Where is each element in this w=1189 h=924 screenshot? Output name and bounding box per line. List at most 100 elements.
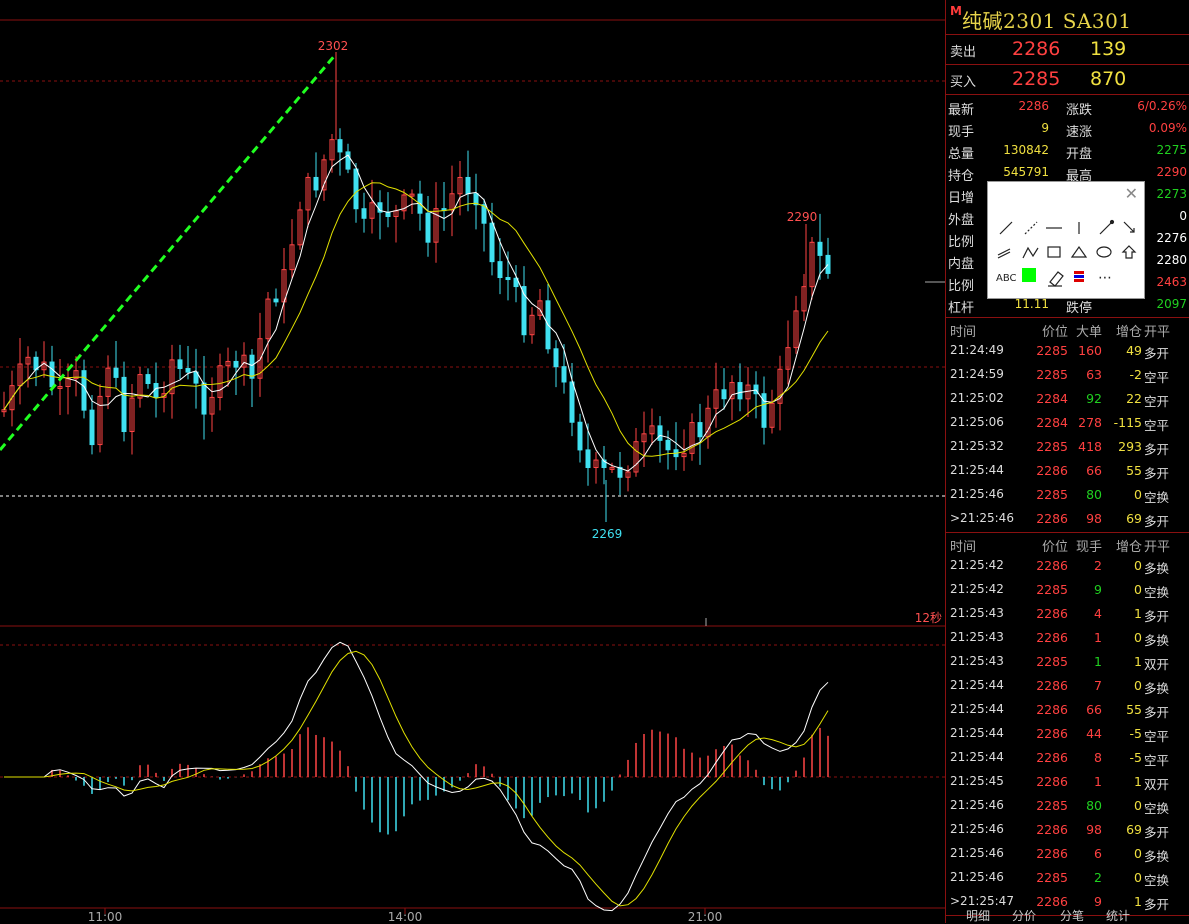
oi-change-cell: 49 xyxy=(1126,343,1142,358)
type-cell: 多开 xyxy=(1144,705,1170,720)
tab-2[interactable]: 分笔 xyxy=(1060,907,1084,924)
oi-change-cell: 69 xyxy=(1126,822,1142,837)
drawing-toolbox[interactable]: ✕ ABC ⋯ xyxy=(987,181,1145,299)
stat-label: 外盘 xyxy=(948,213,975,228)
table-row[interactable]: 21:24:59 2285 63 -2 空平 xyxy=(946,364,1189,388)
table-row[interactable]: 21:25:46 2285 2 0 空换 xyxy=(946,867,1189,891)
volume-cell: 66 xyxy=(1086,702,1102,717)
candle-body xyxy=(201,382,207,415)
volume-cell: 6 xyxy=(1094,846,1102,861)
stat-value: 2286 xyxy=(1018,99,1049,113)
time-cell: 21:25:43 xyxy=(950,654,1004,668)
low-label: 2269 xyxy=(592,527,623,541)
table-row[interactable]: 21:25:42 2286 2 0 多换 xyxy=(946,555,1189,579)
volume-cell: 92 xyxy=(1086,391,1102,406)
oi-change-cell: -5 xyxy=(1129,750,1142,765)
table-row[interactable]: 21:25:44 2286 44 -5 空平 xyxy=(946,723,1189,747)
oi-change-cell: 0 xyxy=(1134,798,1142,813)
type-cell: 双开 xyxy=(1144,657,1170,672)
oi-change-cell: 0 xyxy=(1134,870,1142,885)
table-row[interactable]: >21:25:46 2286 98 69 多开 xyxy=(946,508,1189,532)
type-cell: 空平 xyxy=(1144,418,1170,433)
tab-1[interactable]: 分价 xyxy=(1012,907,1036,924)
candle-body xyxy=(81,370,87,411)
volume-cell: 2 xyxy=(1094,870,1102,885)
table-row[interactable]: 21:25:45 2286 1 1 双开 xyxy=(946,771,1189,795)
table-row[interactable]: 21:25:32 2285 418 293 多开 xyxy=(946,436,1189,460)
time-cell: 21:25:44 xyxy=(950,463,1004,477)
candle-series xyxy=(1,52,831,522)
type-cell: 多开 xyxy=(1144,609,1170,624)
time-cell: 21:25:42 xyxy=(950,582,1004,596)
candle-body xyxy=(177,359,183,370)
price-cell: 2286 xyxy=(1036,678,1068,693)
table-row[interactable]: 21:25:43 2286 1 0 多换 xyxy=(946,627,1189,651)
stat-label: 比例 xyxy=(948,235,975,250)
type-cell: 空换 xyxy=(1144,873,1170,888)
buy-price: 2285 xyxy=(1012,68,1061,90)
candlestick-chart[interactable]: 2302 2269 2290 12秒 11:00 14:00 21:00 xyxy=(0,0,945,923)
table-row[interactable]: 21:25:43 2286 4 1 多开 xyxy=(946,603,1189,627)
time-cell: 21:25:44 xyxy=(950,702,1004,716)
macd-histogram xyxy=(4,641,829,912)
price-cell: 2286 xyxy=(1036,774,1068,789)
volume-cell: 98 xyxy=(1086,511,1102,526)
tab-0[interactable]: 明细 xyxy=(966,907,990,924)
tab-3[interactable]: 统计 xyxy=(1106,907,1130,924)
panel-tabs: 明细 分价 分笔 统计 xyxy=(946,905,1189,923)
ticks-table[interactable]: 时间 价位 现手 增仓 开平 21:25:42 2286 2 0 多换 21:25:42 2285 9… xyxy=(946,533,1189,916)
table-row[interactable]: 21:25:46 2285 80 0 空换 xyxy=(946,795,1189,819)
price-cell: 2286 xyxy=(1036,630,1068,645)
table-row[interactable]: 21:25:02 2284 92 22 空开 xyxy=(946,388,1189,412)
price-cell: 2285 xyxy=(1036,343,1068,358)
oi-change-cell: 0 xyxy=(1134,630,1142,645)
table-row[interactable]: 21:25:46 2285 80 0 空换 xyxy=(946,484,1189,508)
table-row[interactable]: 21:24:49 2285 160 49 多开 xyxy=(946,340,1189,364)
candle-body xyxy=(553,348,559,368)
table-row[interactable]: 21:25:44 2286 7 0 多换 xyxy=(946,675,1189,699)
time-cell: 21:25:32 xyxy=(950,439,1004,453)
candle-body xyxy=(505,277,511,281)
volume-cell: 2 xyxy=(1094,558,1102,573)
type-cell: 多换 xyxy=(1144,633,1170,648)
table-row[interactable]: 21:25:44 2286 8 -5 空平 xyxy=(946,747,1189,771)
time-cell: 21:25:44 xyxy=(950,750,1004,764)
stat-value: 2290 xyxy=(1156,165,1187,179)
type-cell: 双开 xyxy=(1144,777,1170,792)
text-tool-icon: ABC xyxy=(996,273,1017,284)
ray-tool-icon xyxy=(1099,221,1113,235)
volume-cell: 1 xyxy=(1094,774,1102,789)
table-row[interactable]: 21:25:06 2284 278 -115 空平 xyxy=(946,412,1189,436)
table-row[interactable]: 21:25:46 2286 6 0 多换 xyxy=(946,843,1189,867)
dashed-line-tool-icon xyxy=(1024,221,1038,235)
candle-body xyxy=(345,151,351,170)
stat-value: 130842 xyxy=(1003,143,1049,157)
table-row[interactable]: 21:25:42 2285 9 0 空换 xyxy=(946,579,1189,603)
table-row[interactable]: 21:25:46 2286 98 69 多开 xyxy=(946,819,1189,843)
table-row[interactable]: 21:25:43 2285 1 1 双开 xyxy=(946,651,1189,675)
time-cell: 21:25:43 xyxy=(950,606,1004,620)
volume-cell: 4 xyxy=(1094,606,1102,621)
x-tick-label: 14:00 xyxy=(388,910,423,923)
candle-body xyxy=(561,366,567,383)
line-tool-icon xyxy=(999,221,1013,235)
ma-slow-line xyxy=(3,182,829,457)
candle-body xyxy=(657,425,663,441)
sell-row: 卖出 2286 139 xyxy=(946,35,1189,65)
price-cell: 2285 xyxy=(1036,654,1068,669)
buy-label: 买入 xyxy=(950,75,977,90)
stat-value: 6/0.26% xyxy=(1137,99,1187,113)
price-cell: 2286 xyxy=(1036,702,1068,717)
type-cell: 多开 xyxy=(1144,466,1170,481)
eraser-tool-icon xyxy=(1049,271,1064,287)
table-row[interactable]: 21:25:44 2286 66 55 多开 xyxy=(946,699,1189,723)
time-cell: 21:25:46 xyxy=(950,798,1004,812)
volume-cell: 63 xyxy=(1086,367,1102,382)
instrument-name[interactable]: 纯碱2301 SA301 xyxy=(962,5,1132,34)
price-cell: 2286 xyxy=(1036,726,1068,741)
type-cell: 空换 xyxy=(1144,801,1170,816)
oi-change-cell: -2 xyxy=(1129,367,1142,382)
table-row[interactable]: 21:25:44 2286 66 55 多开 xyxy=(946,460,1189,484)
candle-body xyxy=(313,176,319,191)
volume-cell: 7 xyxy=(1094,678,1102,693)
